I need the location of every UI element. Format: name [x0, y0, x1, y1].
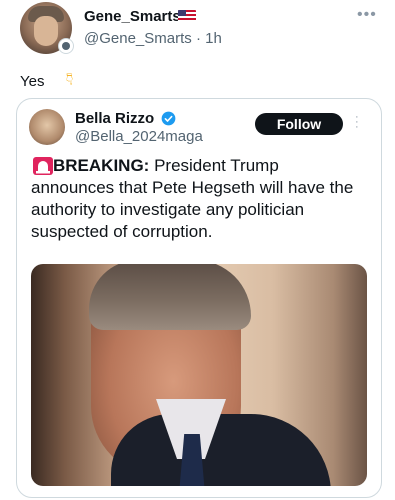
- quoted-author-name[interactable]: Bella Rizzo: [75, 110, 154, 127]
- outer-tweet-text: Yes: [20, 73, 45, 90]
- quoted-tweet-card[interactable]: Bella Rizzo @Bella_2024maga Follow · · · B…: [16, 98, 382, 498]
- quoted-more-options-icon[interactable]: · · ·: [355, 112, 359, 133]
- quoted-author-avatar[interactable]: [29, 109, 65, 145]
- outer-author-name[interactable]: Gene_Smarts: [84, 8, 181, 25]
- affiliate-badge-icon: [58, 38, 74, 54]
- quoted-tweet-text: BREAKING: President Trump announces that…: [31, 155, 363, 243]
- news-photo[interactable]: [31, 264, 367, 486]
- pointing-down-icon: 👇︎: [66, 70, 74, 89]
- follow-button[interactable]: Follow: [255, 113, 343, 135]
- outer-author-handle-line: @Gene_Smarts · 1h: [84, 30, 222, 47]
- time-separator: ·: [191, 30, 206, 47]
- outer-author-handle[interactable]: @Gene_Smarts: [84, 30, 192, 47]
- quoted-author-handle[interactable]: @Bella_2024maga: [75, 128, 203, 145]
- breaking-label: BREAKING:: [53, 156, 150, 175]
- us-flag-icon: [178, 10, 196, 22]
- more-options-icon[interactable]: •••: [357, 6, 377, 24]
- tweet-time[interactable]: 1h: [205, 30, 222, 47]
- verified-badge-icon: [161, 111, 176, 126]
